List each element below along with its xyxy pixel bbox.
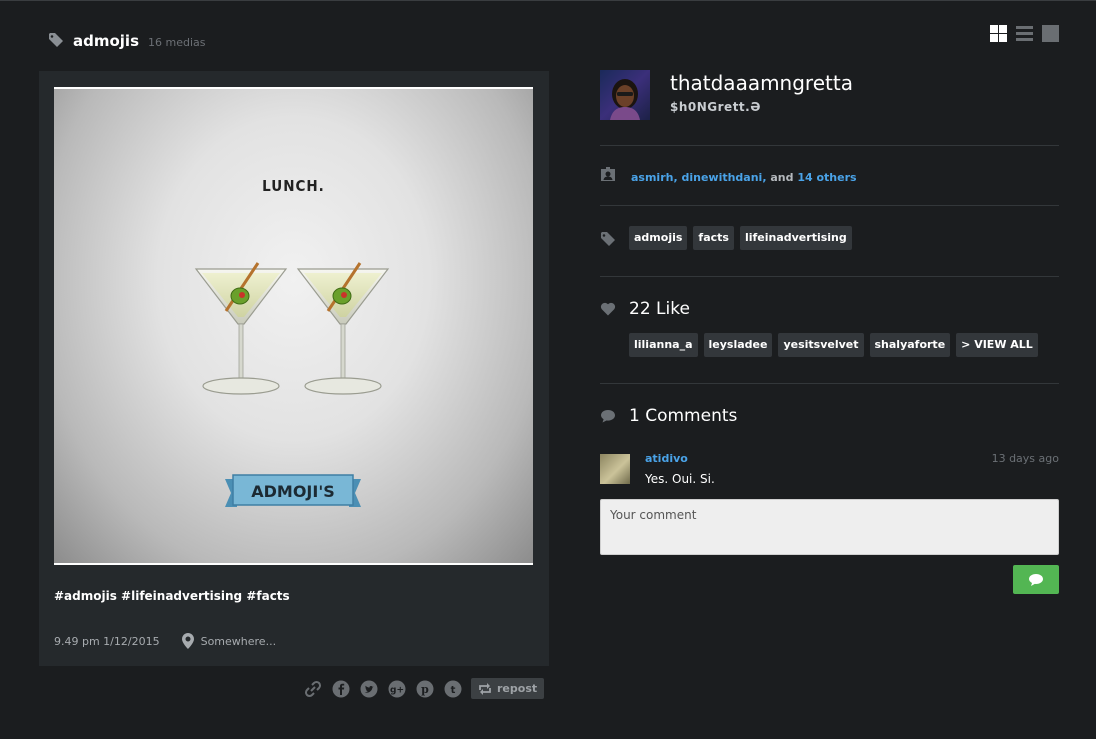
tag-icon [601,232,615,246]
top-border [0,0,1096,1]
repost-icon [479,682,491,695]
tagged-user-links[interactable]: asmirh, dinewithdani, [631,171,767,184]
divider [600,276,1059,277]
heart-icon [600,302,616,316]
view-all-likes-button[interactable]: > VIEW ALL [956,333,1038,357]
comment-icon [601,410,615,423]
like-user-chip[interactable]: yesitsvelvet [778,333,864,357]
martini-glasses-illustration [194,262,390,395]
like-user-chip[interactable]: lilianna_a [629,333,698,357]
likes-list: lilianna_a leysladee yesitsvelvet shalya… [629,333,1038,357]
media-count: 16 medias [148,36,206,49]
comment-input[interactable]: Your comment [600,499,1059,555]
page-header: admojis 16 medias [48,30,206,50]
tag-icon [49,33,63,47]
post-timestamp: 9.49 pm 1/12/2015 [54,634,160,648]
svg-text:g+: g+ [390,685,404,695]
likes-title: 22 Like [629,299,690,319]
tagged-users-icon [601,167,615,181]
post-caption: #admojis #lifeinadvertising #facts [54,589,290,603]
post-image[interactable]: LUNCH. ADMOJI'S [54,87,533,565]
divider [600,145,1059,146]
post-location[interactable]: Somewhere... [201,635,276,648]
tag-chip[interactable]: lifeinadvertising [739,226,852,250]
divider [600,383,1059,384]
post-card: LUNCH. ADMOJI'S #admojis #lifeinadvertis… [39,71,549,666]
comment-text: Yes. Oui. Si. [645,472,715,486]
tagged-and: and [770,171,794,184]
comments-title: 1 Comments [629,406,738,426]
comment-time: 13 days ago [991,452,1059,465]
post-meta: 9.49 pm 1/12/2015 Somewhere... [54,633,276,649]
comment-author[interactable]: atidivo [645,452,688,465]
tag-chip[interactable]: facts [693,226,734,250]
admojis-banner: ADMOJI'S [225,474,361,507]
link-icon[interactable] [304,680,322,698]
commenter-avatar[interactable] [600,454,630,484]
share-bar: g+ p t repost [304,678,545,699]
repost-label: repost [497,682,538,695]
svg-text:p: p [421,683,429,696]
profile-avatar[interactable] [600,70,650,120]
tumblr-icon[interactable]: t [444,680,462,698]
pinterest-icon[interactable]: p [416,680,434,698]
divider [600,205,1059,206]
speech-bubble-icon [1029,573,1043,586]
like-user-chip[interactable]: leysladee [703,333,773,357]
location-pin-icon [181,633,194,649]
profile-username[interactable]: thatdaaamngretta [670,71,853,95]
send-comment-button[interactable] [1013,565,1059,594]
tag-chip[interactable]: admojis [629,226,688,250]
grid-view-icon[interactable] [990,25,1007,42]
list-view-icon[interactable] [1016,25,1033,42]
tag-list: admojis facts lifeinadvertising [629,226,852,250]
google-plus-icon[interactable]: g+ [388,680,406,698]
banner-text: ADMOJI'S [251,482,335,501]
like-user-chip[interactable]: shalyaforte [869,333,951,357]
tag-title[interactable]: admojis [73,32,139,50]
view-switcher [990,25,1059,42]
profile-full-name: $h0NGrett.Ə [670,100,761,114]
repost-button[interactable]: repost [471,678,545,699]
tagged-others-link[interactable]: 14 others [797,171,856,184]
svg-text:t: t [451,685,456,696]
facebook-icon[interactable] [332,680,350,698]
tagged-users: asmirh, dinewithdani, and 14 others [631,171,857,184]
image-title-text: LUNCH. [262,177,325,195]
twitter-icon[interactable] [360,680,378,698]
single-view-icon[interactable] [1042,25,1059,42]
